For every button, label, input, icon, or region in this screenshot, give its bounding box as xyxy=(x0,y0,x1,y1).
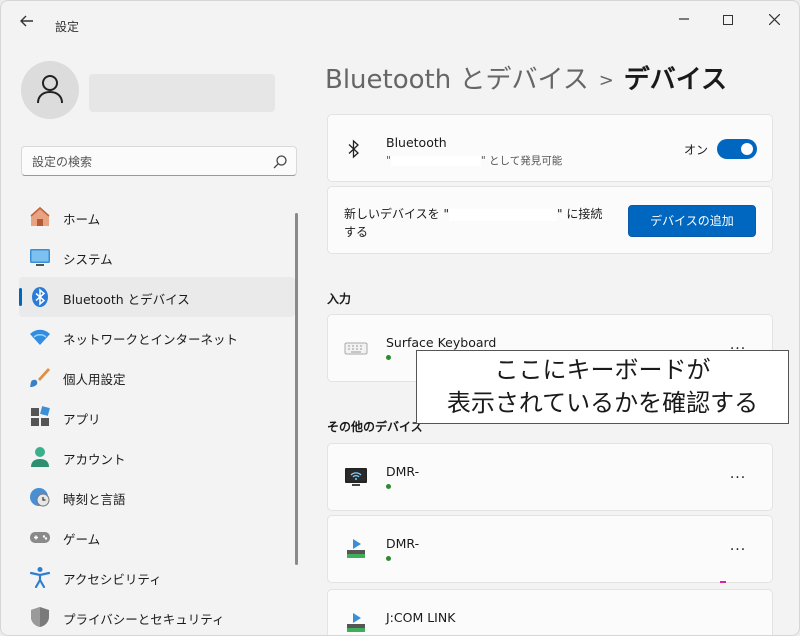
close-icon xyxy=(768,13,780,26)
sidebar-item-label: 個人用設定 xyxy=(63,372,126,387)
apps-icon xyxy=(31,406,50,426)
add-device-text: 新しいデバイスを " " に接続する xyxy=(344,207,603,239)
search-icon[interactable] xyxy=(272,154,288,170)
user-name-redacted xyxy=(89,74,275,112)
status-dot xyxy=(386,484,391,489)
brush-icon xyxy=(30,368,50,387)
app-title: 設定 xyxy=(55,20,80,34)
media-device-icon xyxy=(347,539,365,558)
sidebar-item-label: アカウント xyxy=(63,452,126,467)
toggle-knob xyxy=(741,143,753,155)
sidebar-item-accessibility[interactable]: アクセシビリティ xyxy=(19,557,295,597)
media-device-icon xyxy=(347,613,365,632)
device-card-jcom-link[interactable]: J:COM LINK xyxy=(327,589,773,635)
bluetooth-icon xyxy=(348,139,359,159)
clock-globe-icon xyxy=(30,488,50,507)
sidebar-item-personalization[interactable]: 個人用設定 xyxy=(19,357,295,397)
device-card-dmr-1[interactable]: DMR- ... xyxy=(327,443,773,511)
close-button[interactable] xyxy=(759,9,789,31)
device-name: Surface Keyboard xyxy=(386,335,497,350)
sidebar-item-label: プライバシーとセキュリティ xyxy=(63,612,225,627)
accessibility-icon xyxy=(29,567,51,588)
sidebar-item-accounts[interactable]: アカウント xyxy=(19,437,295,477)
maximize-icon xyxy=(723,15,733,25)
title-bar: 設定 xyxy=(1,1,799,41)
page-title: デバイス xyxy=(623,65,728,95)
bluetooth-discoverable-text: " " として発見可能 xyxy=(386,155,563,167)
back-button[interactable] xyxy=(15,11,39,31)
section-title-input: 入力 xyxy=(327,292,352,306)
sidebar-item-network[interactable]: ネットワークとインターネット xyxy=(19,317,295,357)
gamepad-icon xyxy=(30,532,50,543)
device-name: DMR- xyxy=(386,464,420,479)
sidebar-item-privacy[interactable]: プライバシーとセキュリティ xyxy=(19,597,295,635)
add-device-button[interactable]: デバイスの追加 xyxy=(628,205,756,237)
bluetooth-toggle[interactable] xyxy=(717,139,757,159)
minimize-button[interactable] xyxy=(669,9,699,31)
sidebar-scrollbar[interactable] xyxy=(295,213,298,565)
sidebar-item-label: アプリ xyxy=(63,412,101,427)
search-input[interactable] xyxy=(32,152,262,172)
status-dot xyxy=(386,355,391,360)
sidebar-item-label: アクセシビリティ xyxy=(63,572,162,587)
annotation-mark xyxy=(720,581,726,583)
search-box[interactable] xyxy=(21,146,297,176)
sidebar-item-label: ネットワークとインターネット xyxy=(63,332,239,347)
sidebar-item-label: ゲーム xyxy=(63,532,101,547)
sidebar-item-bluetooth[interactable]: Bluetooth とデバイス xyxy=(19,277,295,317)
person-icon xyxy=(37,75,63,104)
settings-window: 設定 ホーム xyxy=(0,0,800,636)
active-indicator xyxy=(19,288,22,306)
callout-line-1: ここにキーボードが xyxy=(494,356,711,384)
bluetooth-card: Bluetooth " " として発見可能 オン xyxy=(327,114,773,182)
sidebar-item-system[interactable]: システム xyxy=(19,237,295,277)
avatar[interactable] xyxy=(21,61,79,119)
add-device-card: 新しいデバイスを " " に接続する デバイスの追加 xyxy=(327,186,773,254)
wireless-display-icon xyxy=(345,468,367,486)
device-name-redacted xyxy=(390,156,481,166)
bluetooth-icon xyxy=(32,287,48,307)
sidebar-item-home[interactable]: ホーム xyxy=(19,197,295,237)
device-name: J:COM LINK xyxy=(386,610,456,625)
wifi-icon xyxy=(30,329,50,345)
person-icon xyxy=(31,447,49,467)
breadcrumb-separator: > xyxy=(598,70,614,91)
status-dot xyxy=(386,556,391,561)
more-options-button[interactable]: ... xyxy=(726,534,750,558)
arrow-left-icon xyxy=(20,15,33,27)
minimize-icon xyxy=(679,18,689,20)
sidebar-item-label: 時刻と言語 xyxy=(63,492,126,507)
sidebar-item-gaming[interactable]: ゲーム xyxy=(19,517,295,557)
sidebar-item-time-language[interactable]: 時刻と言語 xyxy=(19,477,295,517)
more-options-button[interactable]: ... xyxy=(726,462,750,486)
device-card-dmr-2[interactable]: DMR- ... xyxy=(327,515,773,583)
section-title-other-devices: その他のデバイス xyxy=(327,420,423,434)
annotation-callout: ここにキーボードが 表示されているかを確認する xyxy=(416,350,789,424)
home-icon xyxy=(30,206,50,226)
breadcrumb-parent[interactable]: Bluetooth とデバイス xyxy=(325,65,589,95)
device-name-redacted xyxy=(448,208,557,221)
breadcrumb: Bluetooth とデバイス > デバイス xyxy=(325,59,727,96)
bluetooth-title: Bluetooth xyxy=(386,135,447,150)
device-name: DMR- xyxy=(386,536,420,551)
shield-icon xyxy=(31,607,49,627)
sidebar-item-label: Bluetooth とデバイス xyxy=(63,292,190,307)
sidebar-item-label: システム xyxy=(63,252,113,267)
keyboard-icon xyxy=(344,342,368,355)
sidebar-nav: ホーム システム Bluetooth とデバイス ネットワークとインターネット xyxy=(19,197,295,635)
sidebar-item-apps[interactable]: アプリ xyxy=(19,397,295,437)
bluetooth-state-label: オン xyxy=(684,143,709,157)
sidebar-item-label: ホーム xyxy=(63,212,101,227)
callout-line-2: 表示されているかを確認する xyxy=(446,389,759,417)
monitor-icon xyxy=(30,249,50,266)
maximize-button[interactable] xyxy=(713,9,743,31)
